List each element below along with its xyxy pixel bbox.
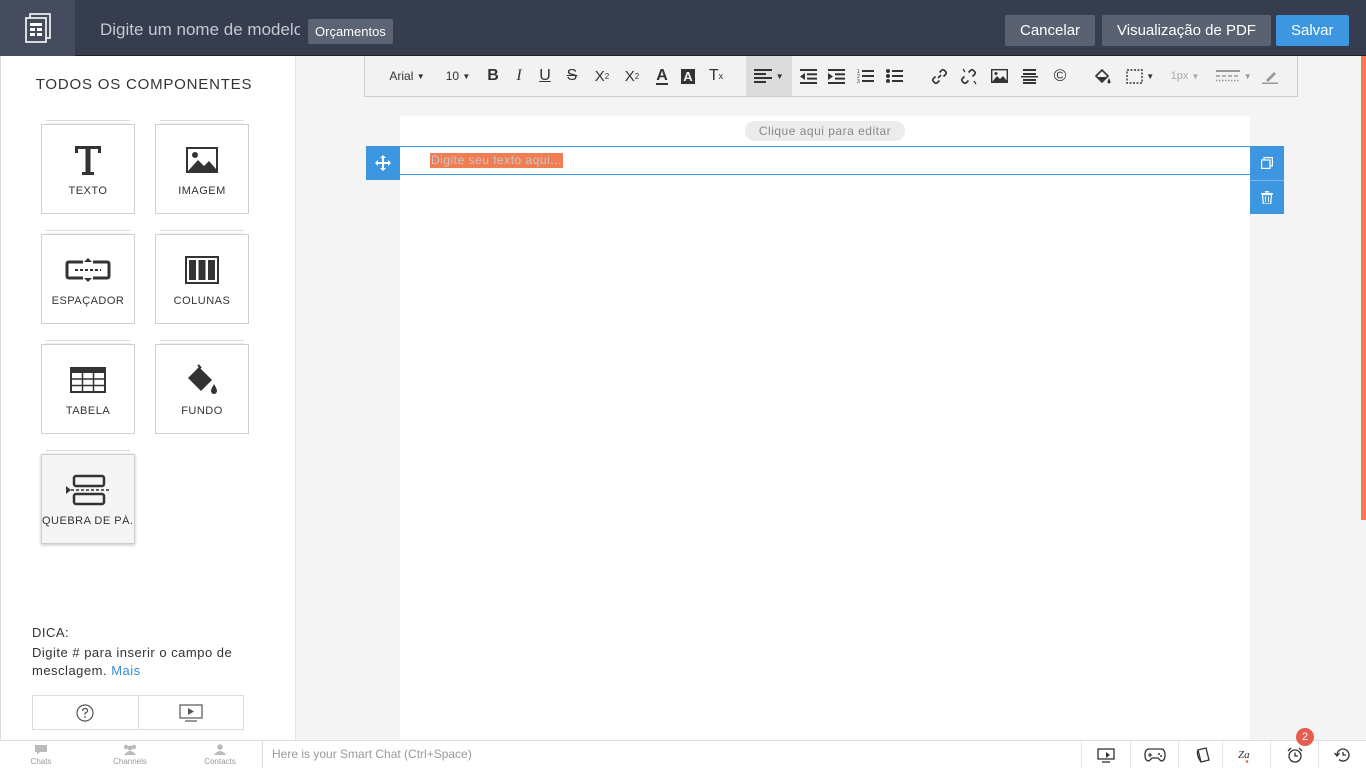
font-size-select[interactable]: 10 ▼ — [441, 56, 475, 96]
format-toolbar: Arial ▼ 10 ▼ B I U S X2 X2 A A Tx ▼ 123 … — [364, 56, 1298, 97]
component-label: QUEBRA DE PÁ... — [42, 515, 134, 527]
line-style-icon[interactable]: ▼ — [1214, 56, 1254, 96]
translate-icon[interactable]: Zа — [1222, 741, 1270, 768]
move-handle-icon[interactable] — [366, 146, 400, 180]
contacts-nav[interactable]: Contacts — [195, 744, 245, 766]
history-icon[interactable] — [1318, 741, 1366, 768]
superscript-icon[interactable]: X2 — [619, 56, 645, 96]
border-style-icon[interactable]: ▼ — [1122, 56, 1158, 96]
bullet-list-icon[interactable] — [882, 56, 906, 96]
channels-label: Channels — [113, 757, 147, 766]
component-page-break[interactable]: QUEBRA DE PÁ... — [41, 450, 135, 544]
text-placeholder[interactable]: Digite seu texto aqui... — [430, 153, 563, 168]
horizontal-rule-icon[interactable] — [1017, 56, 1041, 96]
components-sidebar: TODOS OS COMPONENTES TEXTO IMAGEM ESPAÇA… — [0, 56, 296, 740]
component-background[interactable]: FUNDO — [155, 340, 249, 434]
columns-icon — [185, 253, 219, 287]
component-label: IMAGEM — [178, 185, 226, 197]
border-width-value: 1px — [1170, 70, 1189, 82]
numbered-list-icon[interactable]: 123 — [853, 56, 877, 96]
font-family-select[interactable]: Arial ▼ — [383, 56, 431, 96]
insert-image-icon[interactable] — [987, 56, 1011, 96]
row-actions — [1250, 146, 1284, 214]
table-icon — [70, 363, 106, 397]
template-page[interactable] — [400, 116, 1250, 740]
template-name-input[interactable]: Digite um nome de modelo — [100, 20, 300, 40]
component-table[interactable]: TABELA — [41, 340, 135, 434]
component-label: TEXTO — [68, 185, 108, 197]
bold-icon[interactable]: B — [481, 56, 505, 96]
component-spacer[interactable]: ESPAÇADOR — [41, 230, 135, 324]
svg-text:Zа: Zа — [1238, 749, 1250, 761]
save-button[interactable]: Salvar — [1276, 15, 1349, 46]
background-icon — [184, 363, 220, 397]
component-label: FUNDO — [181, 405, 223, 417]
spacer-icon — [65, 253, 111, 287]
svg-text:3: 3 — [857, 79, 860, 84]
page-break-icon — [65, 473, 111, 507]
component-label: ESPAÇADOR — [51, 295, 125, 307]
strikethrough-icon[interactable]: S — [560, 56, 584, 96]
tip-more-link[interactable]: Mais — [111, 663, 140, 678]
screen-tutorial-icon — [179, 703, 203, 722]
indent-icon[interactable] — [824, 56, 848, 96]
subscript-icon[interactable]: X2 — [589, 56, 615, 96]
module-badge: Orçamentos — [308, 19, 393, 44]
font-family-value: Arial — [389, 69, 414, 83]
alarm-clock-icon[interactable] — [1270, 741, 1318, 768]
sidebar-title: TODOS OS COMPONENTES — [35, 76, 253, 93]
question-icon — [76, 703, 94, 722]
cancel-button[interactable]: Cancelar — [1005, 15, 1096, 46]
tip-text: Digite # para inserir o campo de mesclag… — [32, 644, 262, 680]
font-color-icon[interactable]: A — [651, 56, 673, 96]
underline-icon[interactable]: U — [533, 56, 557, 96]
image-icon — [186, 143, 218, 177]
channels-nav[interactable]: Channels — [105, 744, 155, 766]
clear-format-icon[interactable]: Tx — [703, 56, 729, 96]
align-left-icon[interactable]: ▼ — [746, 56, 792, 96]
edit-hint[interactable]: Clique aqui para editar — [745, 121, 905, 141]
delete-icon[interactable] — [1250, 180, 1284, 214]
notes-icon[interactable] — [1178, 741, 1226, 768]
duplicate-icon[interactable] — [1250, 146, 1284, 180]
top-bar: Digite um nome de modelo Orçamentos Canc… — [0, 0, 1366, 56]
vertical-scrollbar[interactable] — [1361, 56, 1366, 520]
fill-color-icon[interactable] — [1090, 56, 1114, 96]
help-buttons — [32, 695, 244, 730]
screen-share-icon[interactable] — [1081, 741, 1129, 768]
link-icon[interactable] — [927, 56, 951, 96]
component-label: TABELA — [65, 405, 111, 417]
font-size-value: 10 — [445, 69, 460, 83]
text-icon — [73, 143, 103, 177]
unlink-icon[interactable] — [956, 56, 980, 96]
tip-heading: DICA: — [32, 625, 70, 640]
highlight-color-icon[interactable]: A — [677, 56, 699, 96]
smart-chat-input[interactable]: Here is your Smart Chat (Ctrl+Space) — [262, 741, 1080, 768]
component-text[interactable]: TEXTO — [41, 120, 135, 214]
contact-icon — [214, 744, 226, 755]
component-image[interactable]: IMAGEM — [155, 120, 249, 214]
channels-icon — [123, 744, 137, 755]
outdent-icon[interactable] — [796, 56, 820, 96]
chats-label: Chats — [30, 757, 52, 766]
pdf-preview-button[interactable]: Visualização de PDF — [1102, 15, 1271, 46]
bottom-bar: Chats Channels Contacts Here is your Sma… — [0, 740, 1366, 768]
help-button[interactable] — [33, 696, 138, 729]
border-width-select[interactable]: 1px ▼ — [1165, 56, 1205, 96]
chat-bubble-icon — [35, 745, 47, 755]
contacts-label: Contacts — [204, 757, 236, 766]
component-label: COLUNAS — [173, 295, 231, 307]
chats-nav[interactable]: Chats — [16, 744, 66, 766]
italic-icon[interactable]: I — [507, 56, 531, 96]
notification-badge: 2 — [1296, 728, 1314, 746]
special-character-icon[interactable]: © — [1048, 56, 1072, 96]
template-logo-icon[interactable] — [0, 0, 75, 56]
video-tutorial-button[interactable] — [137, 696, 244, 729]
game-controller-icon[interactable] — [1130, 741, 1178, 768]
component-columns[interactable]: COLUNAS — [155, 230, 249, 324]
border-color-icon[interactable] — [1258, 56, 1282, 96]
